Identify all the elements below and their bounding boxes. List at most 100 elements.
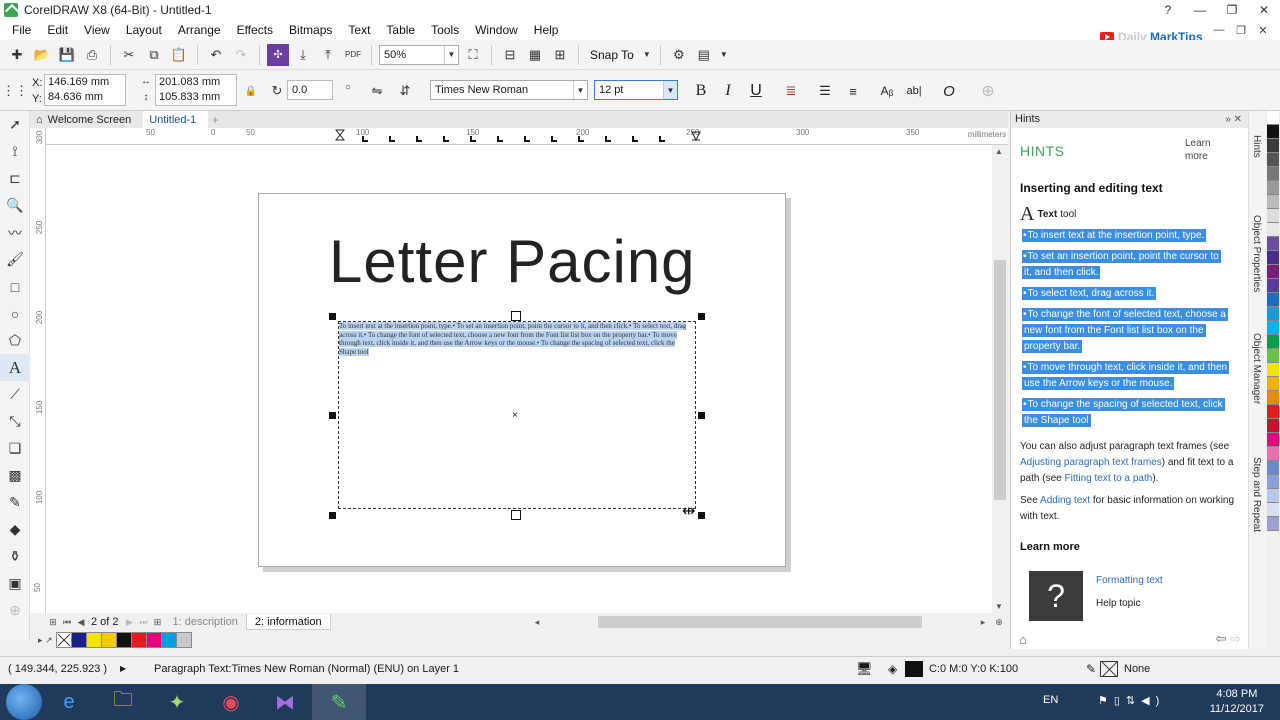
bold-icon[interactable]: B [690,80,712,102]
docker-tab-object-properties[interactable]: Object Properties [1251,215,1262,292]
search-content-icon[interactable]: ✣ [267,43,289,66]
scroll-left-icon[interactable]: ◂ [530,617,544,628]
fill-color-swatch[interactable] [905,661,923,677]
freehand-tool-icon[interactable]: 〰 [0,219,30,246]
horizontal-scroll-thumb[interactable] [598,616,922,628]
color-swatch[interactable] [1267,139,1279,153]
chevron-down-icon[interactable]: ▼ [718,44,730,66]
outline-pen-icon[interactable]: ✎ [1086,662,1096,676]
page-tab-information[interactable]: 2: information [245,614,331,630]
minimize-button[interactable]: — [1184,0,1216,20]
color-swatch[interactable] [1267,265,1279,279]
color-swatch[interactable] [1267,489,1279,503]
selection-handle[interactable] [698,412,705,419]
selection-handle[interactable] [329,512,336,519]
zoom-navigator-icon[interactable]: ⊕ [992,617,1006,628]
chevron-down-icon[interactable]: ▼ [573,81,587,99]
parallel-dimension-tool-icon[interactable]: ⟋ [0,381,30,408]
print-icon[interactable]: ⎙ [81,44,103,66]
color-swatch[interactable] [1267,195,1279,209]
color-swatch[interactable] [1267,433,1279,447]
artistic-text-heading[interactable]: Letter Pacing [329,227,696,296]
language-indicator[interactable]: EN [1043,694,1058,706]
color-swatch[interactable] [85,632,102,648]
system-clock[interactable]: 4:08 PM 11/12/2017 [1210,687,1264,717]
character-formatting-icon[interactable]: Aᵦ [876,80,898,102]
back-forward-icons[interactable]: ⇦ ⇨ [1216,631,1241,647]
open-folder-icon[interactable]: 📂 [31,44,53,66]
color-swatch[interactable] [1267,335,1279,349]
add-page-before-icon[interactable]: ⊞ [46,617,60,628]
height-field[interactable]: 105.833 mm [159,90,236,105]
selection-handle[interactable] [698,512,705,519]
selection-handle[interactable] [511,510,521,520]
fill-bucket-icon[interactable]: ◈ [888,662,897,676]
color-swatch[interactable] [1267,391,1279,405]
horizontal-ruler[interactable]: 50 0 50 100 150 200 250 300 350 millimet… [46,128,1008,145]
coreldraw-tools-icon[interactable]: ✦ [150,684,204,720]
color-swatch[interactable] [1267,153,1279,167]
next-page-icon[interactable]: ▶ [122,617,136,628]
underline-icon[interactable]: U [745,80,767,102]
options-gear-icon[interactable]: ⚙ [668,44,690,66]
scroll-down-icon[interactable]: ▼ [995,602,1003,611]
color-swatch[interactable] [1267,517,1279,531]
menu-layout[interactable]: Layout [118,23,170,37]
tab-untitled-1[interactable]: Untitled-1 [143,111,209,128]
show-rulers-icon[interactable]: ⊟ [499,44,521,66]
outline-pen-icon[interactable]: ▣ [0,570,30,597]
redo-icon[interactable]: ↷ [230,44,252,66]
italic-icon[interactable]: I [717,80,739,102]
coreldraw-taskbar-icon[interactable]: ✎ [312,684,366,720]
new-document-icon[interactable]: ✚ [6,44,28,66]
x-position-field[interactable]: 146.169 mm [48,75,125,90]
help-topic-icon[interactable]: ? [1029,571,1083,621]
no-color-swatch[interactable] [55,632,72,648]
color-swatch[interactable] [115,632,132,648]
lock-ratio-icon[interactable]: 🔒 [240,80,262,102]
smart-fill-tool-icon[interactable]: ⚱ [0,543,30,570]
color-swatch[interactable] [1267,461,1279,475]
font-list-combo[interactable]: Times New Roman ▼ [430,80,588,100]
color-swatch[interactable] [1267,349,1279,363]
full-screen-preview-icon[interactable]: ⛶ [462,44,484,66]
polygon-tool-icon[interactable]: ⬠ [0,327,30,354]
color-swatch[interactable] [1267,181,1279,195]
zoom-tool-icon[interactable]: 🔍 [0,192,30,219]
help-window-button[interactable]: ? [1152,0,1184,20]
export-icon[interactable]: ⤒ [317,44,339,66]
selection-handle[interactable] [511,311,521,321]
outline-none-swatch[interactable] [1100,661,1118,677]
color-swatch[interactable] [145,632,162,648]
color-proofing-icon[interactable]: 🖥 [856,661,873,677]
file-explorer-icon[interactable]: 🗀 [96,684,150,720]
color-swatch[interactable] [1267,279,1279,293]
menu-bitmaps[interactable]: Bitmaps [281,23,340,37]
doc-restore-button[interactable]: ❐ [1230,20,1252,40]
letter-spacing-handle-icon[interactable]: ⇹ [682,501,695,521]
add-quick-customize-icon[interactable]: ⊕ [977,80,999,102]
menu-help[interactable]: Help [526,23,567,37]
y-position-field[interactable]: 84.636 mm [48,90,125,105]
save-icon[interactable]: 💾 [56,44,78,66]
mirror-vertical-icon[interactable]: ⇵ [394,80,416,102]
vertical-scroll-thumb[interactable] [994,260,1006,500]
adding-text-link[interactable]: Adding text [1040,495,1090,506]
menu-effects[interactable]: Effects [229,23,281,37]
import-icon[interactable]: ⤓ [292,44,314,66]
selection-handle[interactable] [329,412,336,419]
drop-shadow-tool-icon[interactable]: ❏ [0,435,30,462]
home-icon[interactable]: ⌂ [1019,632,1027,647]
color-swatch[interactable] [160,632,177,648]
rectangle-tool-icon[interactable]: □ [0,273,30,300]
no-alignment-icon[interactable]: ≣ [780,80,802,102]
color-swatch[interactable] [1267,363,1279,377]
fitting-text-link[interactable]: Fitting text to a path [1064,473,1152,484]
show-grid-icon[interactable]: ▦ [524,44,546,66]
paste-icon[interactable]: 📋 [168,44,190,66]
paragraph-text[interactable]: To insert text at the insertion point, t… [339,322,689,356]
publish-pdf-icon[interactable]: PDF [342,44,364,66]
add-page-after-icon[interactable]: ⊞ [150,617,164,628]
menu-edit[interactable]: Edit [39,23,76,37]
menu-arrange[interactable]: Arrange [170,23,229,37]
